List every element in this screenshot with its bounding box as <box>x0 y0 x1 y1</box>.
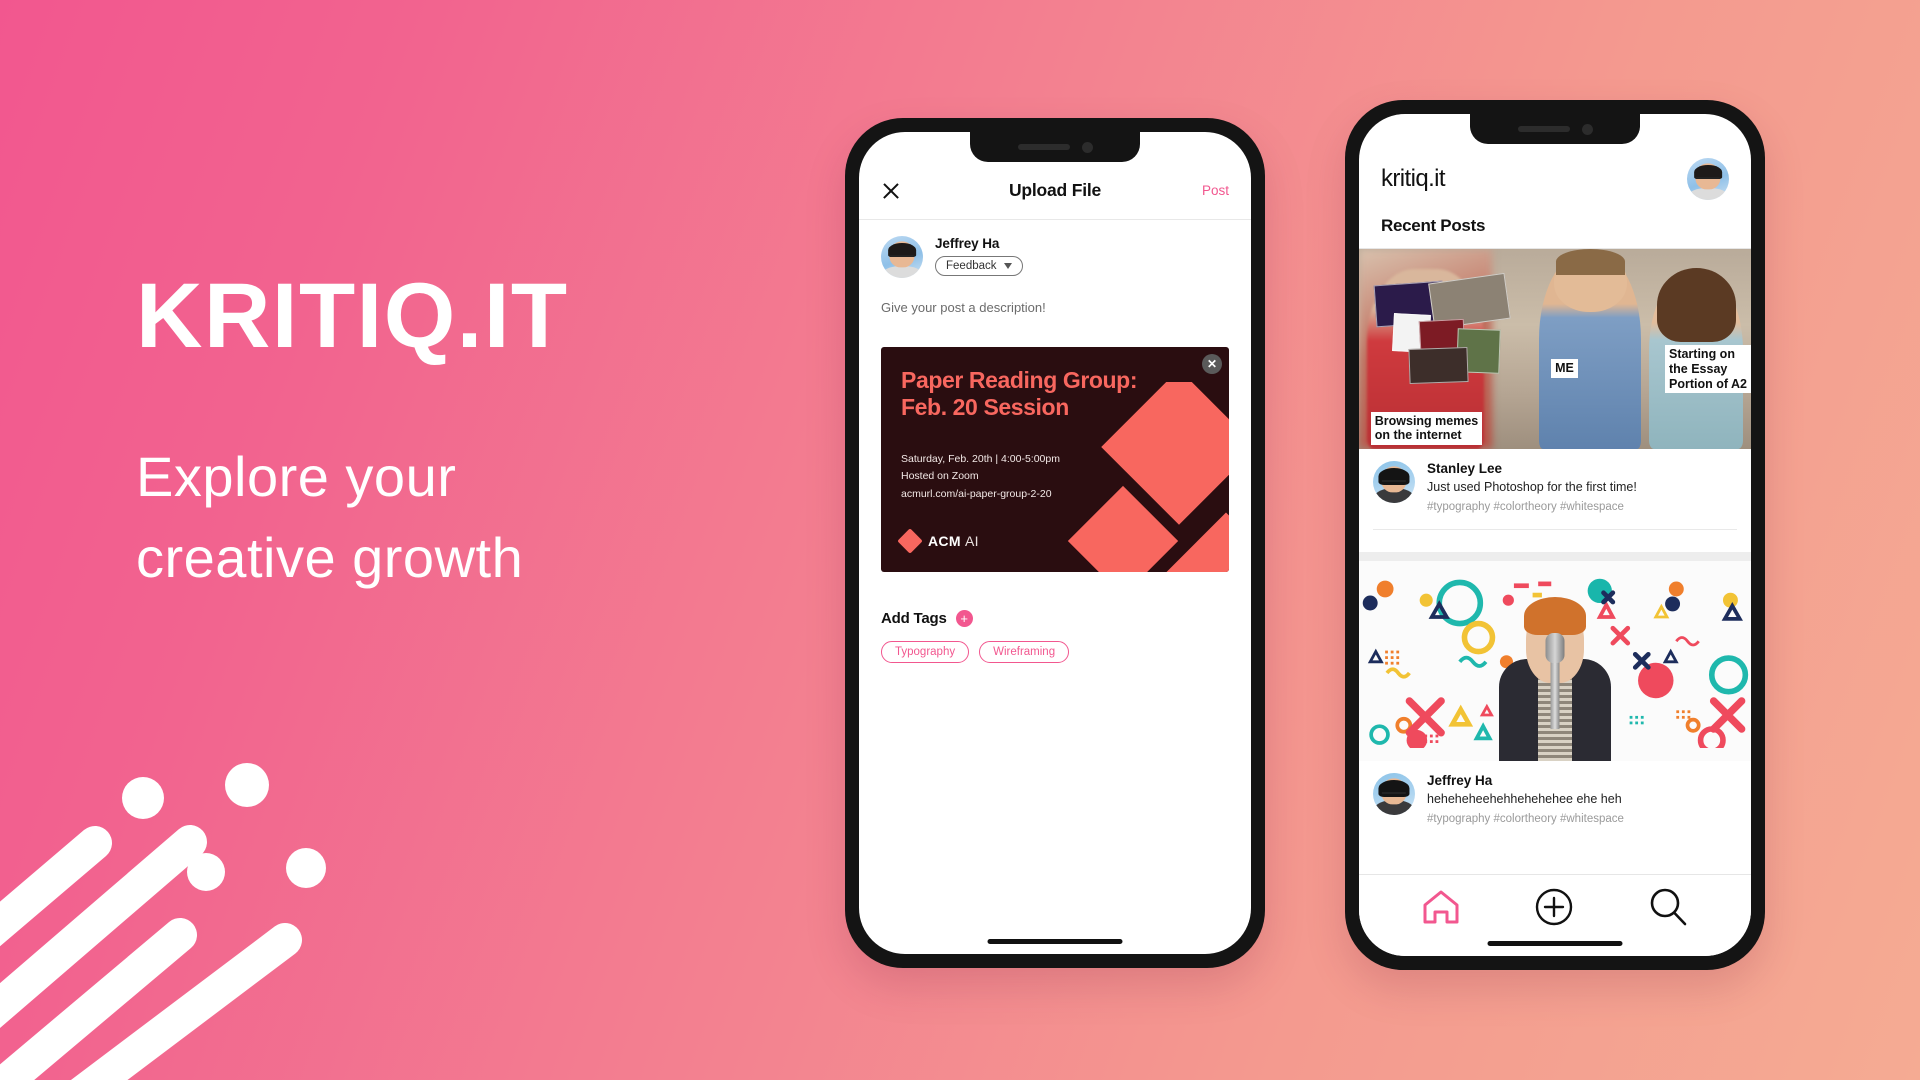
post-spacer <box>1359 530 1751 552</box>
tags-label: Add Tags <box>881 610 947 627</box>
upload-screen: Upload File Post Jeffrey Ha Feedback Giv… <box>859 132 1251 954</box>
upload-header: Upload File Post <box>859 162 1251 220</box>
attachment-brand: ACM AI <box>897 528 979 554</box>
avatar[interactable] <box>1373 773 1415 815</box>
home-indicator <box>1487 941 1623 946</box>
tags-header: Add Tags + <box>881 610 1229 627</box>
post-author: Jeffrey Ha <box>1427 773 1493 788</box>
plus-circle-icon[interactable] <box>1534 887 1574 927</box>
avatar-glasses <box>889 254 915 260</box>
upload-body: Jeffrey Ha Feedback Give your post a des… <box>859 220 1251 663</box>
section-title: Recent Posts <box>1381 216 1486 235</box>
feed-logo-row: kritiq.it <box>1381 158 1729 200</box>
post-tags: #typography #colortheory #whitespace <box>1427 501 1624 513</box>
avatar <box>881 236 923 278</box>
phone-mockup-feed: kritiq.it Recent Posts Browsing memes on… <box>1345 100 1765 970</box>
phone-notch <box>970 132 1140 162</box>
avatar-glasses <box>1695 176 1721 182</box>
list-item[interactable]: Jeffrey Ha heheheheehehhehehehee ehe heh… <box>1359 552 1751 841</box>
plus-icon[interactable]: + <box>955 610 973 627</box>
post-text-column: Stanley Lee Just used Photoshop for the … <box>1427 461 1737 513</box>
avatar-body <box>1688 188 1728 200</box>
attachment-detail-1: Saturday, Feb. 20th | 4:00-5:00pm <box>901 453 1060 465</box>
post-image[interactable]: Browsing memes on the internet ME Startin… <box>1359 249 1751 449</box>
tag-chip[interactable]: Wireframing <box>979 641 1070 663</box>
attachment-title-line2: Feb. 20 Session <box>901 394 1069 421</box>
notch-speaker <box>1517 126 1570 132</box>
attachment-brand-text: ACM AI <box>928 533 979 549</box>
author-name: Jeffrey Ha <box>935 236 1000 251</box>
description-input[interactable]: Give your post a description! <box>881 300 1229 315</box>
attachment-title-line1: Paper Reading Group: <box>901 367 1138 393</box>
post-button[interactable]: Post <box>1202 183 1229 198</box>
author-row: Jeffrey Ha Feedback <box>881 236 1229 278</box>
hero-subtitle-line1: Explore your <box>136 445 457 508</box>
meme-collage <box>1373 273 1511 399</box>
hero-section: KRITIQ.IT Explore your creative growth <box>136 270 776 598</box>
app-logo[interactable]: kritiq.it <box>1381 165 1446 193</box>
attachment-details: Saturday, Feb. 20th | 4:00-5:00pm Hosted… <box>901 451 1060 503</box>
notch-camera <box>1081 141 1093 153</box>
feed-screen: kritiq.it Recent Posts Browsing memes on… <box>1359 114 1751 956</box>
post-tags: #typography #colortheory #whitespace <box>1427 813 1624 825</box>
collage-tile <box>1408 346 1469 384</box>
author-meta: Jeffrey Ha Feedback <box>935 236 1023 276</box>
chevron-down-icon <box>1003 263 1012 269</box>
meme-other-woman-hair <box>1656 267 1736 342</box>
post-author: Stanley Lee <box>1427 461 1503 476</box>
feed-list[interactable]: Browsing memes on the internet ME Startin… <box>1359 248 1751 888</box>
attachment-detail-3: acmurl.com/ai-paper-group-2-20 <box>901 487 1052 500</box>
home-indicator <box>987 939 1123 944</box>
notch-speaker <box>1017 144 1070 150</box>
post-category-select[interactable]: Feedback <box>935 256 1023 276</box>
meme-label-left: Browsing memes on the internet <box>1370 411 1483 445</box>
post-text-column: Jeffrey Ha heheheheehehhehehehee ehe heh… <box>1427 773 1737 825</box>
notch-camera <box>1581 123 1593 135</box>
microphone-icon <box>1545 632 1565 663</box>
post-caption: heheheheehehhehehehee ehe heh <box>1427 792 1622 806</box>
hero-subtitle-line2: creative growth <box>136 526 524 590</box>
singer-hair <box>1524 597 1586 636</box>
hero-subtitle: Explore your creative growth <box>136 436 776 598</box>
avatar-glasses <box>1381 479 1407 485</box>
brand-suffix: AI <box>965 533 979 549</box>
screen-title: Upload File <box>1008 180 1102 200</box>
meme-boyfriend <box>1539 249 1642 449</box>
post-info: Jeffrey Ha heheheheehehhehehehee ehe heh… <box>1359 761 1751 841</box>
avatar[interactable] <box>1687 158 1729 200</box>
singer-figure <box>1495 585 1615 761</box>
post-info: Stanley Lee Just used Photoshop for the … <box>1359 449 1751 529</box>
phone-notch <box>1470 114 1640 144</box>
avatar[interactable] <box>1373 461 1415 503</box>
post-category-value: Feedback <box>946 260 997 272</box>
decorative-corner-graphic <box>0 750 430 1080</box>
phone-mockup-upload: Upload File Post Jeffrey Ha Feedback Giv… <box>845 118 1265 968</box>
tag-list: Typography Wireframing <box>881 641 1229 663</box>
post-caption: Just used Photoshop for the first time! <box>1427 480 1637 494</box>
acm-diamond-icon <box>897 528 923 554</box>
brand-name: ACM <box>928 533 961 549</box>
list-item[interactable]: Browsing memes on the internet ME Startin… <box>1359 249 1751 552</box>
meme-label-right: Starting on the Essay Portion of A2 <box>1664 345 1751 394</box>
attachment-detail-2: Hosted on Zoom <box>901 470 979 483</box>
home-icon[interactable] <box>1421 888 1461 926</box>
search-icon[interactable] <box>1647 886 1689 928</box>
attachment-preview[interactable]: Paper Reading Group: Feb. 20 Session Sat… <box>881 347 1229 572</box>
page-title: KRITIQ.IT <box>136 265 569 367</box>
post-image[interactable] <box>1359 561 1751 761</box>
avatar-glasses <box>1381 791 1407 797</box>
attachment-title: Paper Reading Group: Feb. 20 Session <box>901 367 1211 421</box>
meme-boyfriend-hair <box>1555 249 1625 275</box>
distracted-boyfriend-meme-image: Browsing memes on the internet ME Startin… <box>1359 249 1751 449</box>
rickroll-video-image <box>1359 561 1751 761</box>
meme-label-center: ME <box>1551 359 1578 378</box>
tag-chip[interactable]: Typography <box>881 641 970 663</box>
remove-attachment-icon[interactable]: ✕ <box>1202 354 1222 374</box>
avatar-body <box>882 266 922 278</box>
